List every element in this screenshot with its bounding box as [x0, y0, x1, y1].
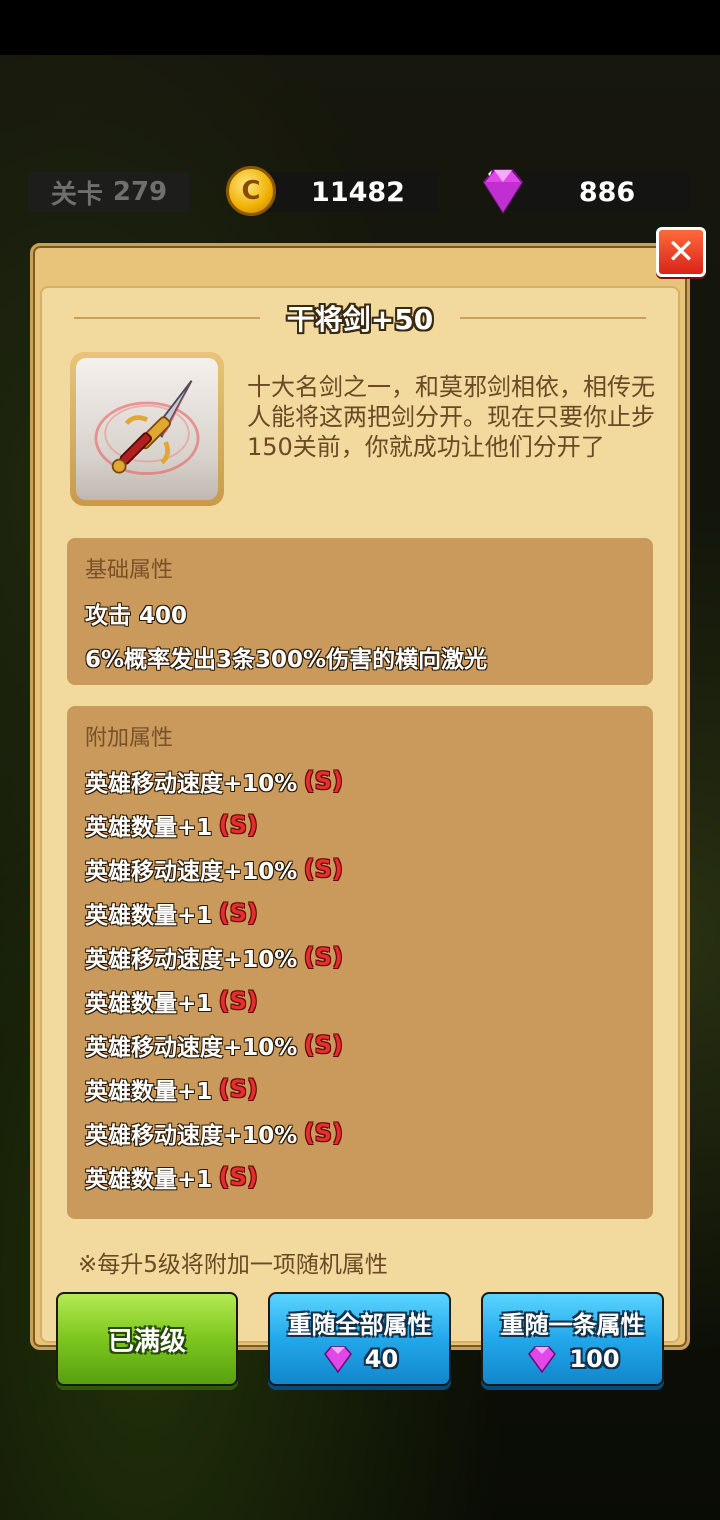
- gem-value: 886: [578, 176, 636, 208]
- grade-badge: (S): [218, 987, 258, 1015]
- coin-value: 11482: [311, 176, 405, 208]
- grade-badge: (S): [218, 811, 258, 839]
- coin-icon: C: [226, 166, 276, 216]
- grade-badge: (S): [303, 855, 343, 883]
- sword-icon: [76, 358, 218, 500]
- gem-icon: [323, 1345, 352, 1373]
- max-level-label: 已满级: [107, 1326, 186, 1357]
- extra-attributes-title: 附加属性: [85, 726, 174, 751]
- base-stat: 6%概率发出3条300%伤害的横向激光: [85, 647, 488, 673]
- reroll-all-cost: 40: [321, 1344, 398, 1374]
- level-value: 279: [112, 177, 168, 207]
- grade-badge: (S): [303, 1031, 343, 1059]
- top-hud: 关卡 279 11482 C 886: [0, 166, 720, 216]
- grade-badge: (S): [218, 1075, 258, 1103]
- reroll-one-cost: 100: [525, 1344, 620, 1374]
- title-divider-right: [460, 317, 646, 319]
- grade-badge: (S): [303, 1119, 343, 1147]
- reroll-one-label: 重随一条属性: [500, 1310, 645, 1339]
- coin-counter: 11482: [248, 172, 438, 212]
- extra-stat: 英雄移动速度+10%(S): [85, 767, 343, 797]
- extra-stat: 英雄移动速度+10%(S): [85, 855, 343, 885]
- item-icon-frame: [70, 352, 224, 506]
- level-indicator: 关卡 279: [28, 172, 190, 212]
- grade-badge: (S): [218, 1163, 258, 1191]
- reroll-one-button[interactable]: 重随一条属性 100: [481, 1292, 664, 1386]
- grade-badge: (S): [303, 767, 343, 795]
- level-label: 关卡: [50, 179, 103, 210]
- extra-stat: 英雄移动速度+10%(S): [85, 1119, 343, 1149]
- max-level-button[interactable]: 已满级: [56, 1292, 238, 1386]
- extra-stat: 英雄数量+1(S): [85, 987, 258, 1017]
- base-attributes-title: 基础属性: [85, 558, 174, 583]
- reroll-all-label: 重随全部属性: [287, 1310, 432, 1339]
- base-stat: 攻击 400: [85, 603, 188, 629]
- grade-badge: (S): [303, 943, 343, 971]
- upgrade-note: ※每升5级将附加一项随机属性: [78, 1252, 388, 1278]
- gem-icon: [528, 1345, 557, 1373]
- reroll-all-button[interactable]: 重随全部属性 40: [268, 1292, 451, 1386]
- close-button[interactable]: ✕: [656, 227, 706, 277]
- extra-stat: 英雄数量+1(S): [85, 1163, 258, 1193]
- extra-stat: 英雄数量+1(S): [85, 811, 258, 841]
- extra-stat: 英雄数量+1(S): [85, 1075, 258, 1105]
- base-attributes-section: 基础属性 攻击 400 6%概率发出3条300%伤害的横向激光: [67, 538, 653, 685]
- title-row: 干将剑+50: [68, 298, 652, 338]
- gem-icon: [482, 169, 524, 214]
- title-divider-left: [74, 317, 260, 319]
- extra-attributes-list: 英雄移动速度+10%(S) 英雄数量+1(S) 英雄移动速度+10%(S) 英雄…: [85, 764, 635, 1194]
- item-description: 十大名剑之一，和莫邪剑相依，相传无人能将这两把剑分开。现在只要你止步150关前，…: [247, 373, 655, 461]
- extra-attributes-section: 附加属性 英雄移动速度+10%(S) 英雄数量+1(S) 英雄移动速度+10%(…: [67, 706, 653, 1219]
- extra-stat: 英雄移动速度+10%(S): [85, 1031, 343, 1061]
- extra-stat: 英雄数量+1(S): [85, 899, 258, 929]
- item-title: 干将剑+50: [286, 303, 434, 336]
- extra-stat: 英雄移动速度+10%(S): [85, 943, 343, 973]
- grade-badge: (S): [218, 899, 258, 927]
